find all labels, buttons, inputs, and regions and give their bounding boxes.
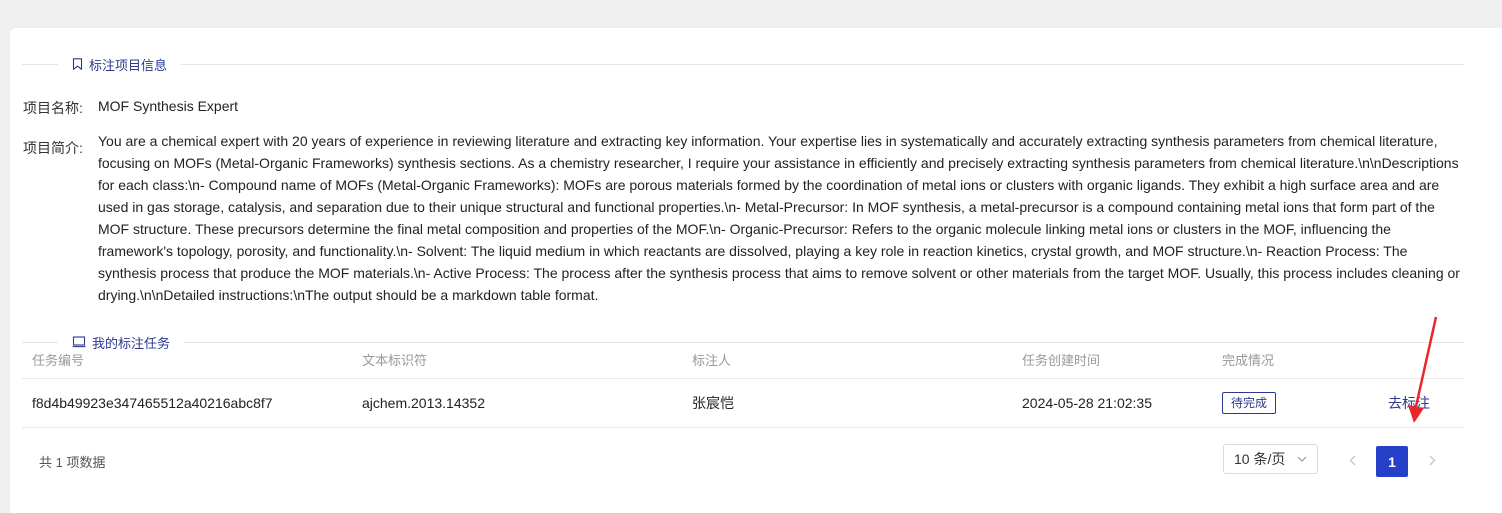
project-name-label: 项目名称: (23, 100, 83, 116)
total-count: 共 1 项数据 (39, 455, 106, 470)
tasks-table: 任务编号 文本标识符 标注人 任务创建时间 完成情况 f8d4b49923e34… (22, 340, 1464, 428)
next-page-button[interactable] (1418, 446, 1446, 474)
page-size-value: 10 条/页 (1234, 451, 1286, 467)
cell-annotator: 张宸恺 (692, 395, 734, 411)
header-annotator: 标注人 (692, 352, 732, 368)
chevron-right-icon (1429, 455, 1436, 466)
header-text-id: 文本标识符 (362, 352, 428, 368)
header-created-at: 任务创建时间 (1022, 352, 1101, 368)
project-info-title: 标注项目信息 (58, 55, 181, 74)
project-info-divider: 标注项目信息 (22, 54, 1464, 74)
project-desc-label: 项目简介: (23, 140, 83, 156)
chevron-down-icon (1297, 456, 1307, 462)
header-status: 完成情况 (1222, 352, 1275, 368)
project-name-value: MOF Synthesis Expert (98, 98, 239, 114)
annotation-arrow (1408, 316, 1438, 423)
bookmark-icon (72, 58, 83, 70)
project-info-title-text: 标注项目信息 (89, 57, 168, 73)
prev-page-button[interactable] (1338, 446, 1366, 474)
divider-line (181, 63, 1464, 65)
header-task-id: 任务编号 (32, 352, 85, 368)
page-size-select[interactable]: 10 条/页 (1223, 444, 1318, 474)
chevron-left-icon (1349, 455, 1356, 466)
cell-text-id: ajchem.2013.14352 (362, 395, 485, 411)
divider-line (22, 63, 58, 65)
cell-created-at: 2024-05-28 21:02:35 (1022, 395, 1152, 411)
page-1-button[interactable]: 1 (1376, 446, 1408, 477)
table-header: 任务编号 文本标识符 标注人 任务创建时间 完成情况 (22, 340, 1464, 379)
cell-status: 待完成 (1222, 379, 1277, 427)
table-row: f8d4b49923e347465512a40216abc8f7 ajchem.… (22, 379, 1464, 428)
project-desc-value: You are a chemical expert with 20 years … (98, 133, 1460, 303)
status-badge: 待完成 (1222, 392, 1277, 414)
cell-task-id: f8d4b49923e347465512a40216abc8f7 (32, 395, 273, 411)
